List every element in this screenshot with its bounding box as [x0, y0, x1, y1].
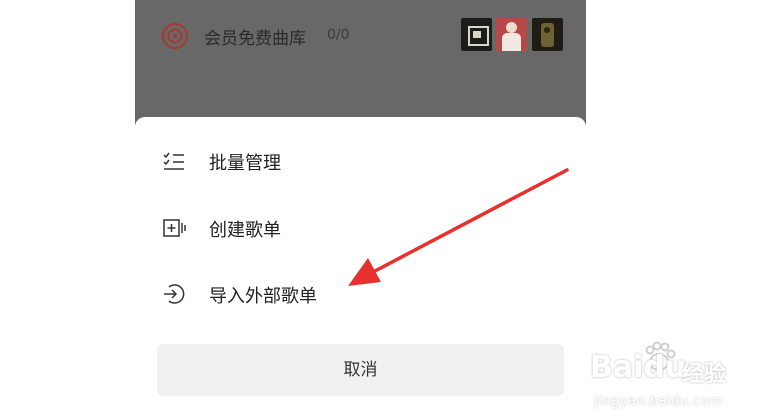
menu-item-batch-manage[interactable]: 批量管理 — [135, 133, 586, 189]
menu-item-import-playlist[interactable]: 导入外部歌单 — [135, 266, 586, 322]
album-cover-thumbnail — [461, 18, 492, 51]
watermark-brand: Baidu — [590, 350, 687, 385]
phone-screen: 会员免费曲库 0/0 批量管理 创建歌单 导入外部歌单 取消 — [135, 0, 586, 420]
watermark-name: 经验 — [682, 362, 727, 387]
cancel-button[interactable]: 取消 — [157, 344, 564, 396]
library-row-vip-free[interactable]: 会员免费曲库 0/0 — [135, 0, 586, 72]
album-cover-thumbnail — [532, 18, 563, 51]
library-title: 会员免费曲库 — [204, 29, 306, 49]
menu-label-create-playlist: 创建歌单 — [209, 220, 281, 241]
menu-item-create-playlist[interactable]: 创建歌单 — [135, 200, 586, 256]
menu-label-import-playlist: 导入外部歌单 — [209, 286, 317, 307]
create-playlist-icon — [163, 219, 186, 237]
batch-manage-checklist-icon — [163, 152, 184, 170]
vinyl-disc-icon — [162, 23, 188, 49]
album-cover-thumbnail — [496, 18, 527, 51]
action-bottom-sheet: 批量管理 创建歌单 导入外部歌单 取消 — [135, 117, 586, 420]
watermark-url: jingyan.baidu.com — [594, 394, 723, 409]
menu-label-batch-manage: 批量管理 — [209, 153, 281, 174]
baidu-jingyan-watermark: Baidu 经验 jingyan.baidu.com — [588, 338, 768, 418]
library-count: 0/0 — [327, 27, 350, 43]
import-playlist-icon — [164, 284, 185, 304]
